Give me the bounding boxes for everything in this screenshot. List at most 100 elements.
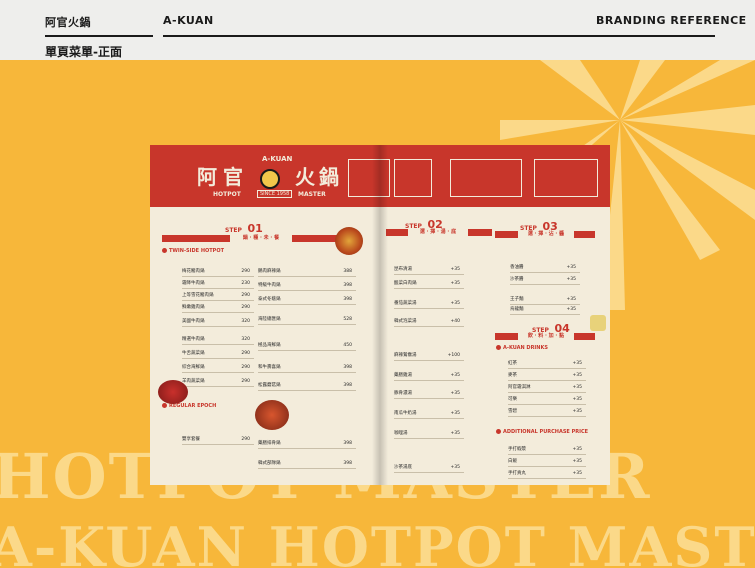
menu-row: 紅茶 +35: [508, 359, 586, 369]
menu-item-name: 可樂: [508, 397, 517, 402]
menu-row: 沙茶醬 +35: [510, 275, 580, 285]
section-regular-label: REGULAR EPOCH: [169, 403, 217, 409]
menu-row: 梅花豬肉鍋 290: [182, 267, 254, 277]
section-drinks-label: A-KUAN DRINKS: [503, 345, 548, 351]
header-band: 阿官火鍋 A-KUAN BRANDING REFERENCE 單頁菜單-正面: [0, 0, 755, 60]
menu-item-name: 手打蝦漿: [508, 447, 526, 452]
menu-row: 羊肉蔬菜鍋 290: [182, 377, 254, 387]
menu-item-name: 手打貢丸: [508, 471, 526, 476]
step-number: 01: [247, 222, 263, 235]
menu-item-name: 鮮嫩雞肉鍋: [182, 305, 205, 310]
menu-row: 泰式冬蔭鍋 398: [258, 295, 356, 305]
menu-row: 阿官霜淇淋 +35: [508, 383, 586, 393]
tofu-image: [590, 315, 606, 331]
bullet-icon: [496, 429, 501, 434]
menu-item-price: +35: [572, 459, 583, 464]
menu-item-price: +35: [450, 465, 461, 470]
menu-item-price: +35: [572, 471, 583, 476]
brand-en-label: A-KUAN: [163, 14, 214, 27]
menu-item-name: 麻辣鴛鴦湯: [394, 353, 417, 358]
menu-item-name: 昆布清湯: [394, 267, 412, 272]
menu-row: 牛舌蔬菜鍋 290: [182, 349, 254, 359]
menu-item-name: 藥膳雞湯: [394, 373, 412, 378]
menu-row: 南瓜牛奶湯 +35: [394, 409, 464, 419]
menu-row: 海陸總匯鍋 528: [258, 315, 356, 325]
menu-item-price: 320: [241, 337, 250, 342]
section-additional-label: ADDITIONAL PURCHASE PRICE: [503, 429, 589, 435]
menu-row: 韓式泡菜湯 +40: [394, 317, 464, 327]
booklet-spine-shadow: [372, 145, 388, 485]
menu-item-name: 麥茶: [508, 373, 517, 378]
menu-row: 藥膳排骨鍋 398: [258, 439, 356, 449]
menu-row: 豚骨濃湯 +35: [394, 389, 464, 399]
menu-row: 昆布清湯 +35: [394, 265, 464, 275]
menu-item-price: 398: [343, 461, 352, 466]
menu-row: 松露蘑菇鍋 398: [258, 381, 356, 391]
menu-row: 番茄蔬菜湯 +35: [394, 299, 464, 309]
menu-item-name: 韓式泡菜湯: [394, 319, 417, 324]
menu-item-name: 番茄蔬菜湯: [394, 301, 417, 306]
menu-item-price: +35: [450, 281, 461, 286]
menu-row: 可樂 +35: [508, 395, 586, 405]
menu-item-name: 南瓜牛奶湯: [394, 411, 417, 416]
soup-bowl-image: [335, 227, 363, 255]
menu-item-name: 王子麵: [510, 297, 524, 302]
menu-item-name: 羊肉蔬菜鍋: [182, 379, 205, 384]
menu-item-price: +35: [450, 267, 461, 272]
menu-item-price: 450: [343, 343, 352, 348]
menu-item-name: 綜合海鮮鍋: [182, 365, 205, 370]
menu-item-name: 泰式冬蔭鍋: [258, 297, 281, 302]
menu-item-price: 398: [343, 441, 352, 446]
menu-item-name: 咖哩湯: [394, 431, 408, 436]
section-drinks: A-KUAN DRINKS: [496, 345, 548, 351]
menu-item-name: 海陸總匯鍋: [258, 317, 281, 322]
menu-row: 極品海鮮鍋 450: [258, 341, 356, 351]
info-box-2: [394, 159, 432, 197]
menu-item-price: 320: [241, 319, 250, 324]
menu-item-price: 290: [241, 437, 250, 442]
menu-item-name: 梅花豬肉鍋: [182, 269, 205, 274]
menu-item-price: +35: [572, 373, 583, 378]
header-rule-left: [45, 35, 153, 37]
menu-item-name: 和牛壽喜鍋: [258, 365, 281, 370]
menu-item-price: 388: [343, 269, 352, 274]
menu-item-name: 特級牛肉鍋: [258, 283, 281, 288]
menu-item-price: +35: [450, 431, 461, 436]
logo-cn-left: 阿官: [197, 165, 249, 189]
menu-row: 沙茶湯底 +35: [394, 463, 464, 473]
menu-row: 藥膳雞湯 +35: [394, 371, 464, 381]
logo-hotpot: HOTPOT: [213, 191, 241, 198]
menu-item-name: 霜降牛肉鍋: [182, 281, 205, 286]
menu-item-price: 398: [343, 297, 352, 302]
header-rule-right: [163, 35, 715, 37]
menu-item-price: 290: [241, 379, 250, 384]
menu-row: 王子麵 +35: [510, 295, 580, 305]
menu-row: 和牛壽喜鍋 398: [258, 363, 356, 373]
logo-master: MASTER: [298, 191, 326, 198]
menu-row: 特級牛肉鍋 398: [258, 281, 356, 291]
menu-item-price: +35: [566, 265, 577, 270]
step-04-band-text: 飲 · 料 · 加 · 點: [518, 333, 574, 340]
bullet-icon: [162, 403, 167, 408]
menu-row: 香油醬 +35: [510, 263, 580, 273]
menu-item-price: +35: [450, 301, 461, 306]
crab-image: [255, 400, 289, 430]
menu-item-name: 極品海鮮鍋: [258, 343, 281, 348]
step-01-band-text: 鍋 · 種 · 未 · 餐: [230, 235, 292, 242]
menu-item-name: 精選牛肉鍋: [182, 337, 205, 342]
menu-item-price: 230: [241, 281, 250, 286]
menu-item-name: 韓式部隊鍋: [258, 461, 281, 466]
menu-item-name: 藥膳排骨鍋: [258, 441, 281, 446]
background-text-line2: A-KUAN HOTPOT MASTER: [0, 515, 755, 568]
bullet-icon: [496, 345, 501, 350]
section-twin-label: TWIN-SIDE HOTPOT: [169, 248, 224, 254]
menu-item-price: 398: [343, 383, 352, 388]
menu-item-name: 松露蘑菇鍋: [258, 383, 281, 388]
menu-item-price: +40: [450, 319, 461, 324]
menu-row: 鮮嫩雞肉鍋 290: [182, 303, 254, 313]
logo-en: A-KUAN: [262, 155, 293, 163]
menu-row: 手打貢丸 +35: [508, 469, 586, 479]
menu-row: 手打蝦漿 +35: [508, 445, 586, 455]
reference-label: BRANDING REFERENCE: [596, 14, 747, 27]
step-label: STEP: [225, 227, 242, 234]
